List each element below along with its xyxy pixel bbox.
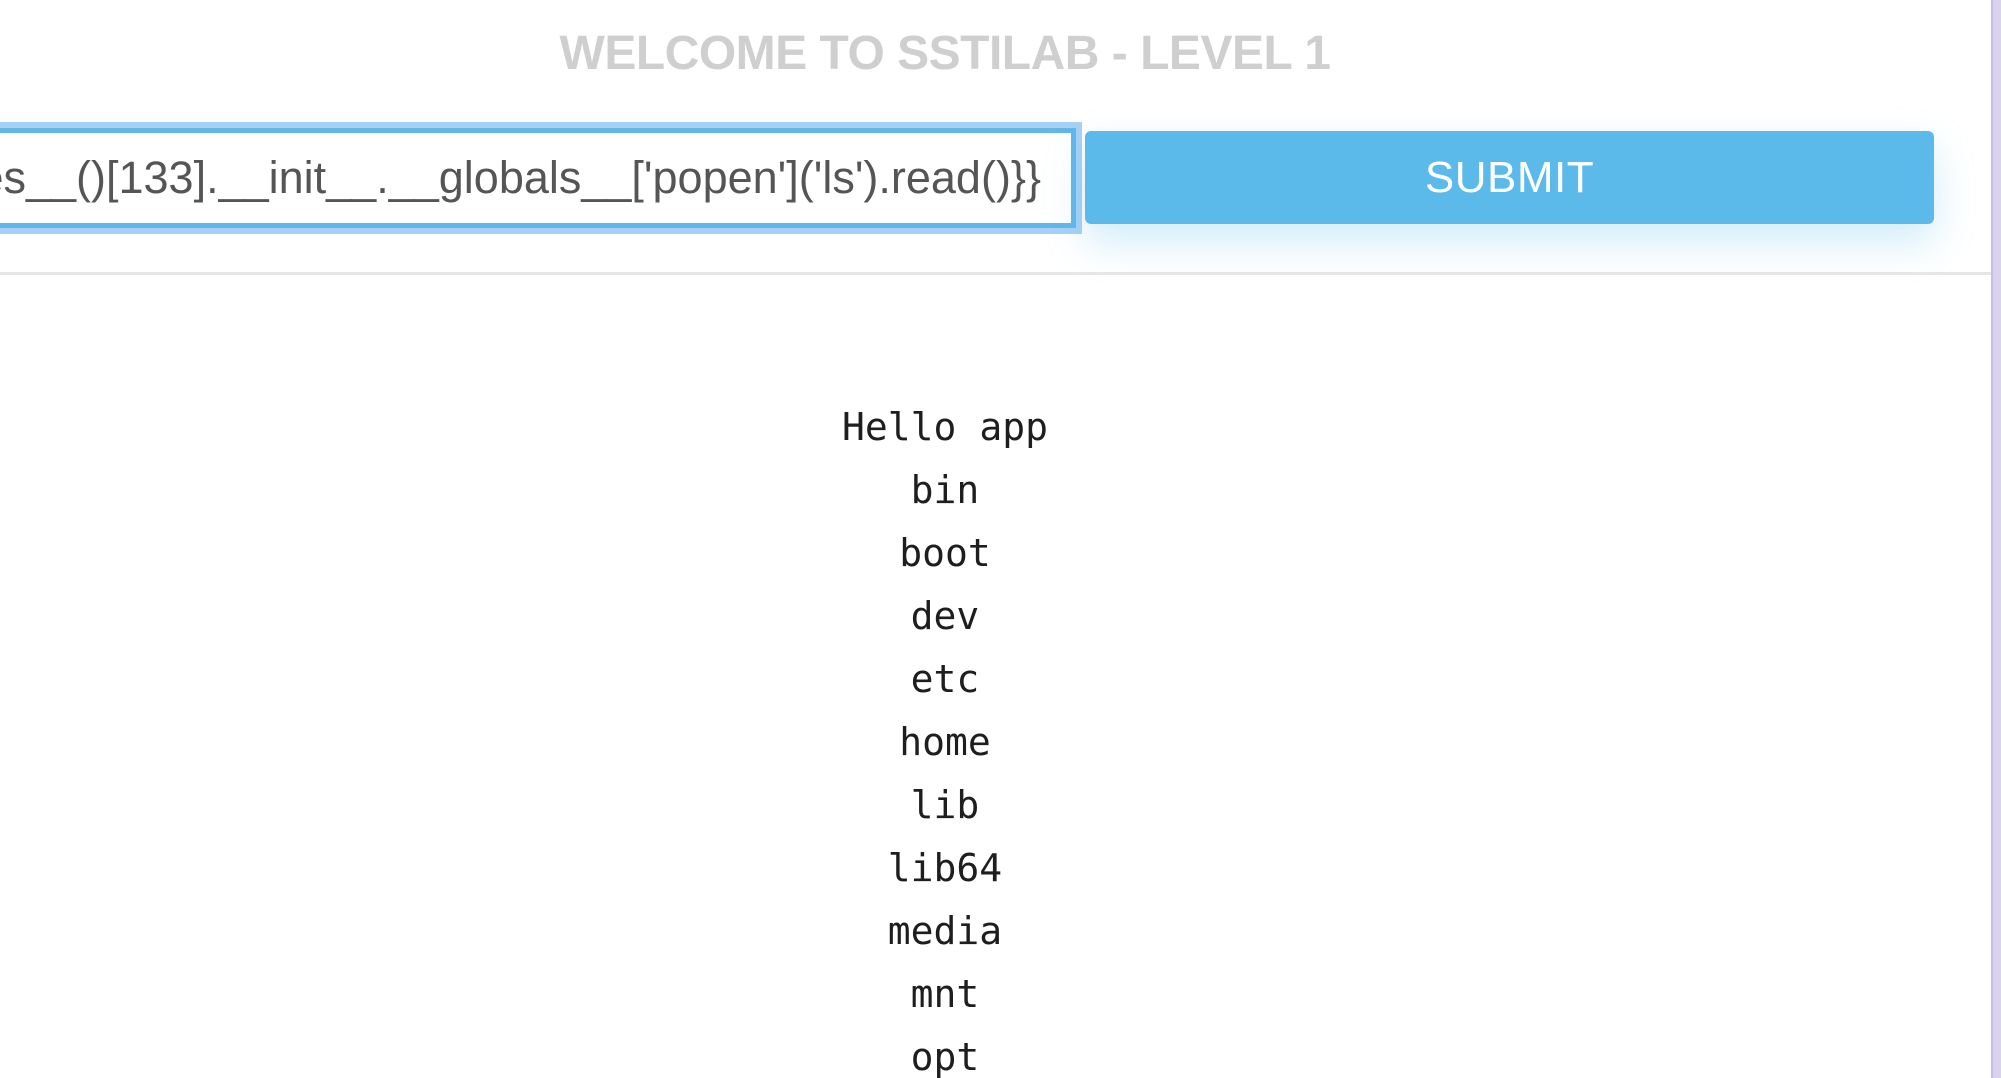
output-line: lib	[910, 783, 980, 827]
output-line: Hello app	[842, 405, 1048, 449]
output-line: opt	[910, 1035, 980, 1078]
command-output: Hello app bin boot dev etc home lib lib6…	[0, 400, 1890, 1078]
divider	[0, 272, 1991, 275]
page-title: WELCOME TO SSTILAB - LEVEL 1	[559, 27, 1331, 80]
output-line: lib64	[887, 846, 1003, 890]
window-edge	[1991, 0, 2001, 1078]
output-line: media	[887, 909, 1003, 953]
payload-input-focus-ring: es__()[133].__init__.__globals__['popen'…	[0, 122, 1082, 234]
output-line: etc	[910, 657, 980, 701]
output-line: boot	[899, 531, 991, 575]
payload-input[interactable]: es__()[133].__init__.__globals__['popen'…	[0, 128, 1076, 228]
output-line: dev	[910, 594, 980, 638]
output-line: bin	[910, 468, 980, 512]
output-line: home	[899, 720, 991, 764]
page: WELCOME TO SSTILAB - LEVEL 1 es__()[133]…	[0, 0, 2001, 1078]
submit-button[interactable]: SUBMIT	[1085, 131, 1934, 224]
payload-input-value: es__()[133].__init__.__globals__['popen'…	[0, 152, 1041, 203]
output-line: mnt	[910, 972, 980, 1016]
